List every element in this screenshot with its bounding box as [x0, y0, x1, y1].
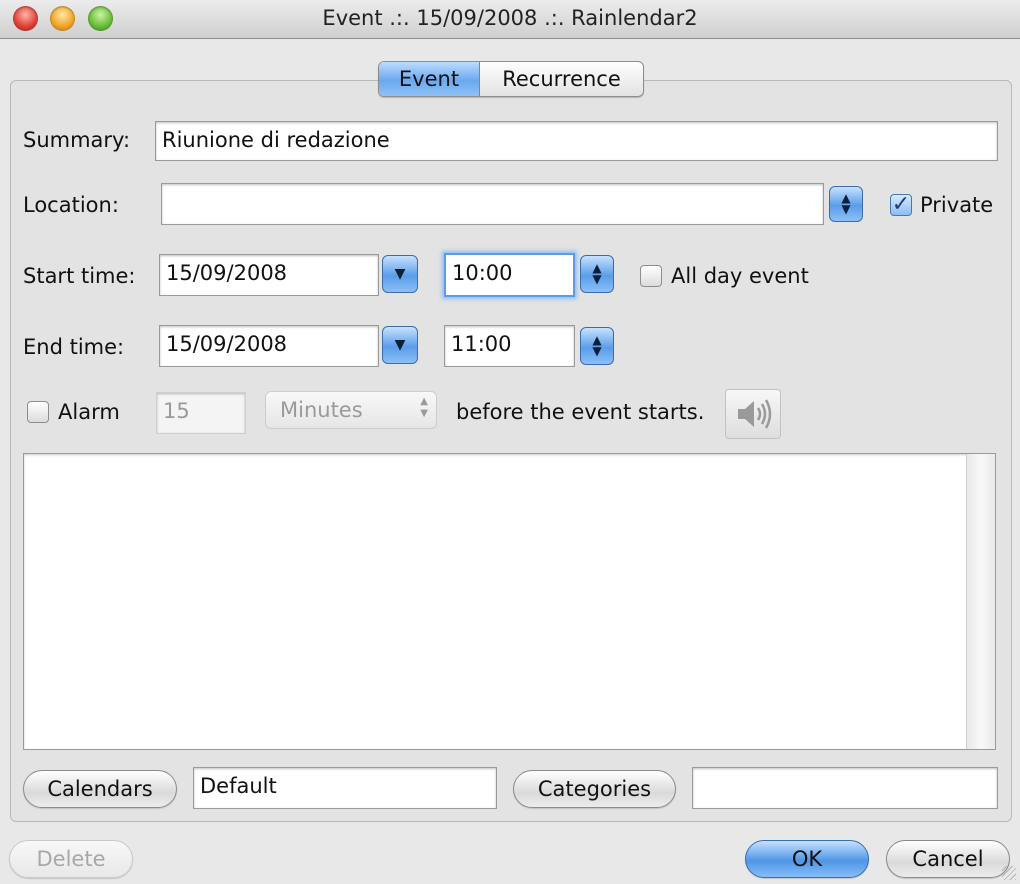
down-arrow-icon: ▼ [592, 272, 602, 286]
end-time-stepper[interactable]: ▲ ▼ [580, 327, 614, 365]
cancel-button[interactable]: Cancel [886, 840, 1010, 878]
start-time-label: Start time: [23, 264, 136, 288]
summary-field[interactable]: Riunione di redazione [155, 121, 998, 161]
chevron-down-icon: ▼ [394, 337, 406, 353]
all-day-checkbox[interactable] [640, 265, 662, 287]
speaker-icon [738, 399, 772, 429]
end-date-field[interactable]: 15/09/2008 [159, 325, 379, 367]
private-checkbox[interactable]: ✓ [890, 194, 912, 216]
all-day-label: All day event [671, 264, 809, 288]
alarm-suffix-text: before the event starts. [456, 400, 705, 424]
tab-bar: Event Recurrence [378, 61, 644, 97]
start-time-field[interactable]: 10:00 [444, 253, 575, 297]
tab-recurrence[interactable]: Recurrence [480, 62, 643, 96]
down-arrow-icon: ▼ [841, 202, 851, 216]
tab-event[interactable]: Event [379, 62, 480, 96]
ok-button[interactable]: OK [745, 840, 869, 878]
window-title: Event .:. 15/09/2008 .:. Rainlendar2 [322, 6, 698, 30]
alarm-amount-field[interactable]: 15 [156, 392, 246, 434]
start-date-calendar-button[interactable]: ▼ [382, 255, 418, 293]
start-time-stepper[interactable]: ▲ ▼ [580, 255, 614, 293]
notes-textarea[interactable] [23, 453, 996, 750]
alarm-sound-button[interactable] [725, 389, 781, 439]
location-field[interactable] [161, 183, 824, 225]
delete-button[interactable]: Delete [9, 840, 133, 878]
down-arrow-icon: ▼ [592, 344, 602, 358]
categories-field[interactable] [692, 767, 998, 809]
alarm-unit-select[interactable]: Minutes ▲ ▼ [265, 391, 437, 429]
summary-label: Summary: [23, 128, 131, 152]
end-time-label: End time: [23, 335, 125, 359]
private-label: Private [920, 193, 994, 217]
end-time-field[interactable]: 11:00 [444, 325, 575, 367]
start-date-field[interactable]: 15/09/2008 [159, 254, 379, 296]
end-date-calendar-button[interactable]: ▼ [382, 326, 418, 364]
location-label: Location: [23, 193, 119, 217]
alarm-unit-value: Minutes [280, 398, 363, 422]
title-bar: Event .:. 15/09/2008 .:. Rainlendar2 [0, 0, 1020, 39]
location-dropdown-button[interactable]: ▲ ▼ [829, 186, 863, 222]
alarm-checkbox[interactable] [27, 401, 49, 423]
notes-scrollbar[interactable] [966, 454, 995, 749]
checkmark-icon: ✓ [891, 192, 911, 217]
alarm-label: Alarm [58, 400, 120, 424]
calendars-button[interactable]: Calendars [23, 770, 177, 808]
updown-arrows-icon: ▲ ▼ [420, 396, 428, 419]
chevron-down-icon: ▼ [394, 266, 406, 282]
resize-grip-icon[interactable] [1002, 866, 1016, 880]
calendars-field[interactable]: Default [193, 767, 497, 809]
categories-button[interactable]: Categories [513, 770, 676, 808]
